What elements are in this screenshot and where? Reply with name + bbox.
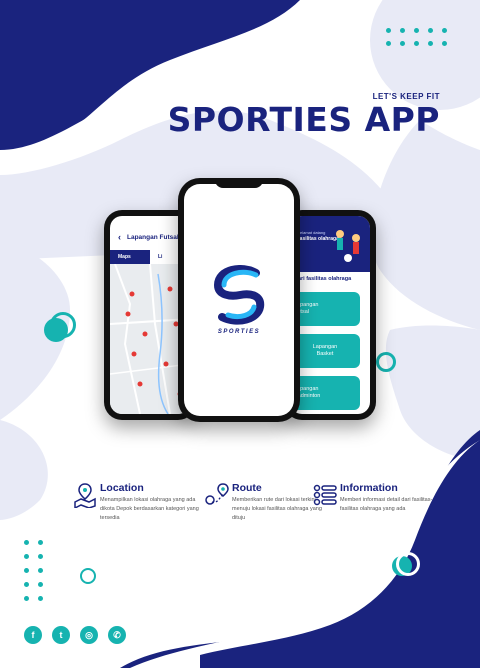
dot-grid-top	[386, 28, 447, 46]
card-basket-line1: Lapangan	[312, 344, 338, 351]
ring-bottom-small	[80, 568, 96, 584]
ring-left	[50, 312, 76, 338]
ring-right	[396, 552, 420, 576]
ring-mid-right	[376, 352, 396, 372]
card-futsal[interactable]: Lapangan Futsal	[290, 292, 360, 326]
whatsapp-glyph: ✆	[113, 629, 121, 640]
whatsapp-icon[interactable]: ✆	[108, 626, 126, 644]
twitter-glyph: t	[59, 630, 63, 640]
tab-maps[interactable]: Maps	[110, 250, 150, 264]
phone-right-screen: selamat datang fasilitas olahraga Cari f…	[290, 216, 370, 414]
right-header-banner: selamat datang fasilitas olahraga	[290, 216, 370, 272]
facebook-glyph: f	[31, 630, 35, 640]
card-basket-line2: Basket	[316, 351, 334, 357]
phone-notch	[215, 178, 263, 188]
page-title: SPORTIES APP	[167, 100, 440, 139]
card-badminton[interactable]: Lapangan Badminton	[290, 376, 360, 410]
instagram-icon[interactable]: ◎	[80, 626, 98, 644]
athletes-illustration	[336, 230, 360, 262]
list-info-icon	[313, 484, 337, 506]
sporties-logo-icon	[213, 265, 265, 325]
greeting-text: selamat datang	[298, 230, 326, 235]
map-header-title: Lapangan Futsal	[127, 233, 179, 241]
route-icon	[205, 483, 229, 505]
facebook-icon[interactable]: f	[24, 626, 42, 644]
logo-text: SPORTIES	[217, 329, 261, 335]
back-arrow-icon[interactable]: ‹	[118, 232, 121, 242]
instagram-glyph: ◎	[85, 629, 93, 640]
phone-center-screen: SPORTIES	[184, 184, 294, 416]
feature-route-title: Route	[232, 482, 262, 494]
map-location-icon	[74, 483, 96, 508]
card-basket[interactable]: Lapangan Basket	[290, 334, 360, 368]
twitter-icon[interactable]: t	[52, 626, 70, 644]
feature-location-desc: Menampilkan lokasi olahraga yang ada dik…	[100, 497, 199, 522]
feature-information-desc: Memberi informasi detail dari fasilitas-…	[340, 497, 433, 513]
poster: LET'S KEEP FIT SPORTIES APP ‹ Lapangan F…	[0, 0, 480, 668]
phone-center: SPORTIES	[178, 178, 300, 422]
feature-information-title: Information	[340, 482, 398, 494]
dot-grid-bottom	[24, 540, 43, 601]
feature-location-title: Location	[100, 482, 144, 494]
